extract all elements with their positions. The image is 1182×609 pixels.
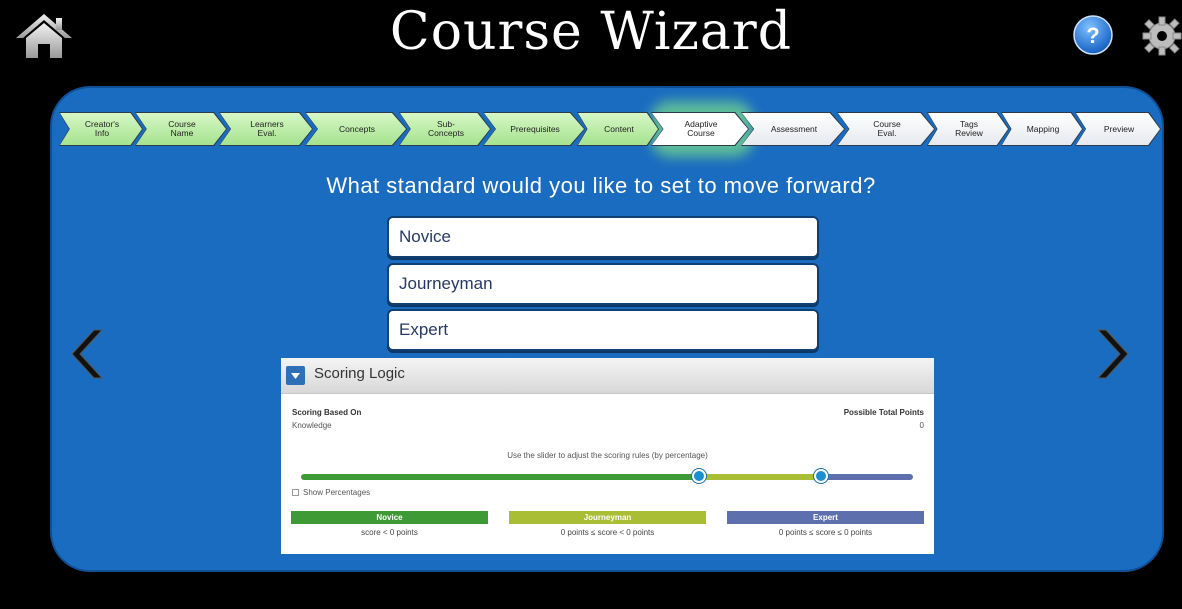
step-label: Content [604,123,634,134]
step-concepts[interactable]: Concepts [306,113,406,145]
step-label-line2: Course [687,128,715,138]
step-label-line2: Info [94,128,110,138]
step-prerequisites[interactable]: Prerequisites [484,113,584,145]
legend-journeyman: Journeyman [509,511,706,524]
step-label-line2: Name [170,128,194,138]
step-mapping[interactable]: Mapping [1002,113,1082,145]
step-course-eval[interactable]: Course Eval. [838,113,934,145]
help-button[interactable]: ? [1073,15,1113,55]
step-label: Preview [1103,123,1135,134]
step-label-line2: Eval. [877,128,897,138]
step-learners-eval[interactable]: Learners Eval. [220,113,312,145]
slider-track-journeyman [699,474,821,480]
step-label: Tags Review [955,120,983,138]
step-label-line1: Concepts [339,123,375,134]
slider-track-expert [821,474,913,480]
question-heading: What standard would you like to set to m… [326,173,876,198]
gear-icon [1142,16,1182,56]
step-label: Sub- Concepts [428,120,464,138]
step-label-line1: Mapping [1026,123,1060,134]
show-percentages-label: Show Percentages [303,488,371,497]
chevron-left-icon [71,329,104,379]
help-icon: ? [1073,15,1113,55]
previous-arrow[interactable] [64,328,104,380]
step-label: Course Eval. [873,120,900,138]
show-percentages-checkbox[interactable] [292,489,299,496]
option-expert[interactable]: Expert [387,309,819,351]
step-label: Creator's Info [85,120,119,138]
svg-text:?: ? [1086,23,1099,48]
settings-button[interactable] [1138,14,1182,58]
legend-expert: Expert [727,511,924,524]
step-content[interactable]: Content [578,113,658,145]
step-label: Adaptive Course [684,120,717,138]
step-adaptive-course[interactable]: Adaptive Course [652,113,748,145]
step-label-line2: Eval. [257,128,277,138]
option-novice[interactable]: Novice [387,216,819,258]
scoring-logic-panel: Scoring Logic Scoring Based On Knowledge… [281,358,934,554]
scoring-slider[interactable] [301,358,913,488]
step-tags-review[interactable]: Tags Review [928,113,1008,145]
step-label: Mapping [1026,123,1060,134]
rule-journeyman: 0 points ≤ score < 0 points [560,528,655,537]
step-label-line2: Review [955,128,983,138]
step-creator-s-info[interactable]: Creator's Info [60,113,142,145]
step-label-line2: Concepts [428,128,464,138]
rule-novice: score < 0 points [361,528,418,537]
next-arrow[interactable] [1096,328,1136,380]
step-label-line1: Content [604,123,634,134]
step-label: Course Name [168,120,195,138]
step-label-line1: Assessment [770,123,818,134]
step-preview[interactable]: Preview [1076,113,1160,145]
step-sub-concepts[interactable]: Sub- Concepts [400,113,490,145]
step-assessment[interactable]: Assessment [742,113,844,145]
slider-track-novice [301,474,699,480]
step-label: Assessment [770,123,818,134]
step-label: Prerequisites [510,123,560,134]
step-label-line1: Preview [1103,123,1135,134]
slider-handle-journeyman-expert[interactable] [814,469,828,483]
chevron-down-icon [291,372,300,379]
slider-handle-novice-journeyman[interactable] [692,469,706,483]
step-label: Concepts [339,123,375,134]
step-label: Learners Eval. [250,120,284,138]
legend-novice: Novice [291,511,488,524]
step-label-line1: Prerequisites [510,123,560,134]
possible-total-value: 0 [919,421,924,430]
step-course-name[interactable]: Course Name [136,113,226,145]
rule-expert: 0 points ≤ score ≤ 0 points [778,528,873,537]
option-journeyman[interactable]: Journeyman [387,263,819,305]
chevron-right-icon [1096,329,1129,379]
page-title: Course Wizard [389,2,793,62]
